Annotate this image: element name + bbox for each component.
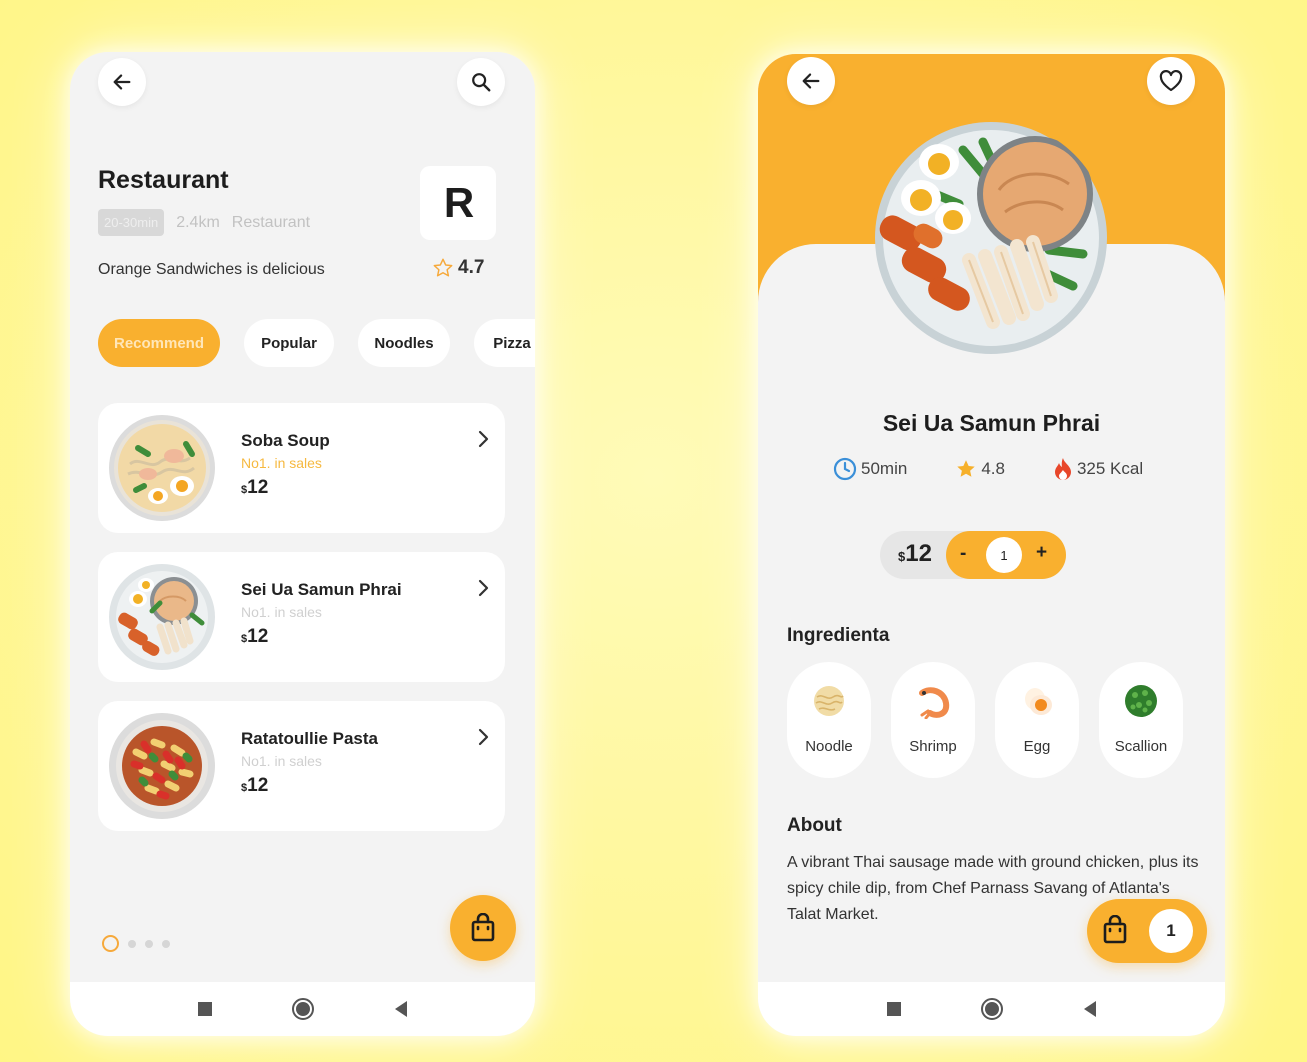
tab-pizza[interactable]: Pizza	[474, 319, 535, 367]
dish-hero-image	[875, 122, 1107, 354]
category-text: Restaurant	[231, 213, 311, 231]
price-value: 12	[247, 477, 269, 498]
dish-name: Ratatoullie Pasta	[241, 729, 378, 748]
page-dot[interactable]	[145, 939, 153, 948]
tab-noodles[interactable]: Noodles	[358, 319, 450, 367]
dish-name: Sei Ua Samun Phrai	[241, 580, 402, 599]
rating-stat: 4.8	[955, 458, 1005, 480]
recents-square-icon[interactable]	[886, 1001, 902, 1017]
restaurant-rating: 4.7	[432, 257, 484, 279]
restaurant-description: Orange Sandwiches is delicious	[98, 261, 325, 278]
ratatoullie-pasta-image	[109, 713, 215, 819]
system-nav-bar	[70, 982, 535, 1036]
dish-price: $12	[241, 775, 268, 797]
tab-popular[interactable]: Popular	[244, 319, 334, 367]
increase-button[interactable]: +	[1036, 542, 1047, 564]
ingredients-heading: Ingredienta	[787, 625, 890, 646]
dish-card-sei-ua[interactable]: Sei Ua Samun Phrai No1. in sales $12	[98, 552, 505, 682]
calories-stat: 325 Kcal	[1053, 457, 1143, 481]
rating-value: 4.8	[981, 459, 1005, 478]
home-circle-icon[interactable]	[291, 997, 315, 1021]
quantity-value: 1	[986, 537, 1022, 573]
price-value: 12	[247, 775, 269, 796]
dish-rank: No1. in sales	[241, 604, 322, 620]
chevron-right-icon[interactable]	[475, 578, 491, 598]
tab-recommend[interactable]: Recommend	[98, 319, 220, 367]
ingredient-label: Scallion	[1114, 738, 1168, 755]
category-tabs: Recommend Popular Noodles Pizza	[98, 319, 535, 367]
dish-title: Sei Ua Samun Phrai	[882, 410, 1101, 436]
arrow-left-icon	[113, 74, 131, 90]
dish-rank: No1. in sales	[241, 753, 322, 769]
sei-ua-image	[109, 564, 215, 670]
distance-text: 2.4km	[176, 213, 220, 231]
clock-icon	[833, 457, 857, 481]
price-quantity-control: $12 - 1 +	[880, 531, 1066, 579]
logo-letter: R	[443, 179, 474, 226]
decrease-button[interactable]: -	[960, 543, 966, 565]
delivery-time-badge: 20-30min	[98, 209, 165, 236]
fire-icon	[1054, 458, 1071, 480]
back-triangle-icon[interactable]	[1082, 1000, 1098, 1018]
ingredient-label: Shrimp	[909, 738, 957, 755]
ingredient-egg[interactable]: Egg	[995, 662, 1079, 778]
price-value: 12	[247, 626, 269, 647]
page-dot[interactable]	[128, 939, 136, 948]
restaurant-screen: Restaurant 20-30min 2.4km Restaurant Ora…	[70, 52, 535, 1036]
noodle-icon	[814, 686, 844, 716]
dish-stats: 50min 4.8 325 Kcal	[833, 457, 1143, 481]
shopping-bag-icon	[471, 913, 495, 942]
back-button[interactable]	[787, 57, 835, 105]
dish-card-ratatoullie-pasta[interactable]: Ratatoullie Pasta No1. in sales $12	[98, 701, 505, 831]
cart-count-badge: 1	[1149, 909, 1193, 953]
dish-card-soba-soup[interactable]: Soba Soup No1. in sales $12	[98, 403, 505, 533]
ingredient-label: Egg	[1023, 738, 1051, 755]
star-icon	[957, 460, 976, 477]
ingredient-shrimp[interactable]: Shrimp	[891, 662, 975, 778]
page-dot[interactable]	[162, 939, 170, 948]
ingredient-scallion[interactable]: Scallion	[1099, 662, 1183, 778]
restaurant-title: Restaurant	[98, 166, 229, 194]
chevron-right-icon[interactable]	[475, 727, 491, 747]
restaurant-logo: R	[420, 166, 496, 240]
about-heading: About	[787, 815, 842, 836]
recents-square-icon[interactable]	[197, 1001, 213, 1017]
heart-icon	[1159, 70, 1183, 92]
dish-detail-screen: Sei Ua Samun Phrai 50min 4.8 325 Kcal $1…	[758, 54, 1225, 1036]
search-button[interactable]	[457, 58, 505, 106]
dish-price: $12	[241, 477, 268, 499]
chevron-right-icon[interactable]	[475, 429, 491, 449]
home-circle-icon[interactable]	[980, 997, 1004, 1021]
back-triangle-icon[interactable]	[393, 1000, 409, 1018]
ingredients-list: Noodle Shrimp Egg Scallion	[787, 662, 1183, 778]
star-outline-icon	[433, 258, 453, 277]
ingredient-noodle[interactable]: Noodle	[787, 662, 871, 778]
shrimp-icon	[919, 687, 950, 719]
price-value: 12	[905, 540, 932, 567]
restaurant-meta: 20-30min 2.4km Restaurant	[98, 209, 310, 236]
calories-value: 325 Kcal	[1076, 459, 1144, 478]
egg-icon	[1025, 688, 1052, 715]
dish-rank: No1. in sales	[241, 455, 322, 471]
page-dot-active[interactable]	[102, 935, 119, 952]
cart-button[interactable]	[450, 895, 516, 961]
dish-price: $12	[898, 540, 932, 568]
ingredient-label: Noodle	[805, 738, 853, 755]
dish-name: Soba Soup	[241, 431, 330, 450]
time-stat: 50min	[833, 457, 907, 481]
cart-button[interactable]: 1	[1087, 899, 1207, 963]
soba-soup-image	[109, 415, 215, 521]
shopping-bag-icon	[1103, 915, 1127, 944]
dish-price: $12	[241, 626, 268, 648]
search-icon	[472, 73, 491, 92]
scallion-icon	[1125, 685, 1157, 717]
back-button[interactable]	[98, 58, 146, 106]
time-value: 50min	[861, 459, 908, 478]
arrow-left-icon	[802, 73, 820, 89]
favorite-button[interactable]	[1147, 57, 1195, 105]
page-indicator	[102, 935, 170, 952]
system-nav-bar	[758, 982, 1225, 1036]
quantity-stepper: - 1 +	[946, 531, 1066, 579]
rating-value: 4.7	[458, 257, 485, 278]
